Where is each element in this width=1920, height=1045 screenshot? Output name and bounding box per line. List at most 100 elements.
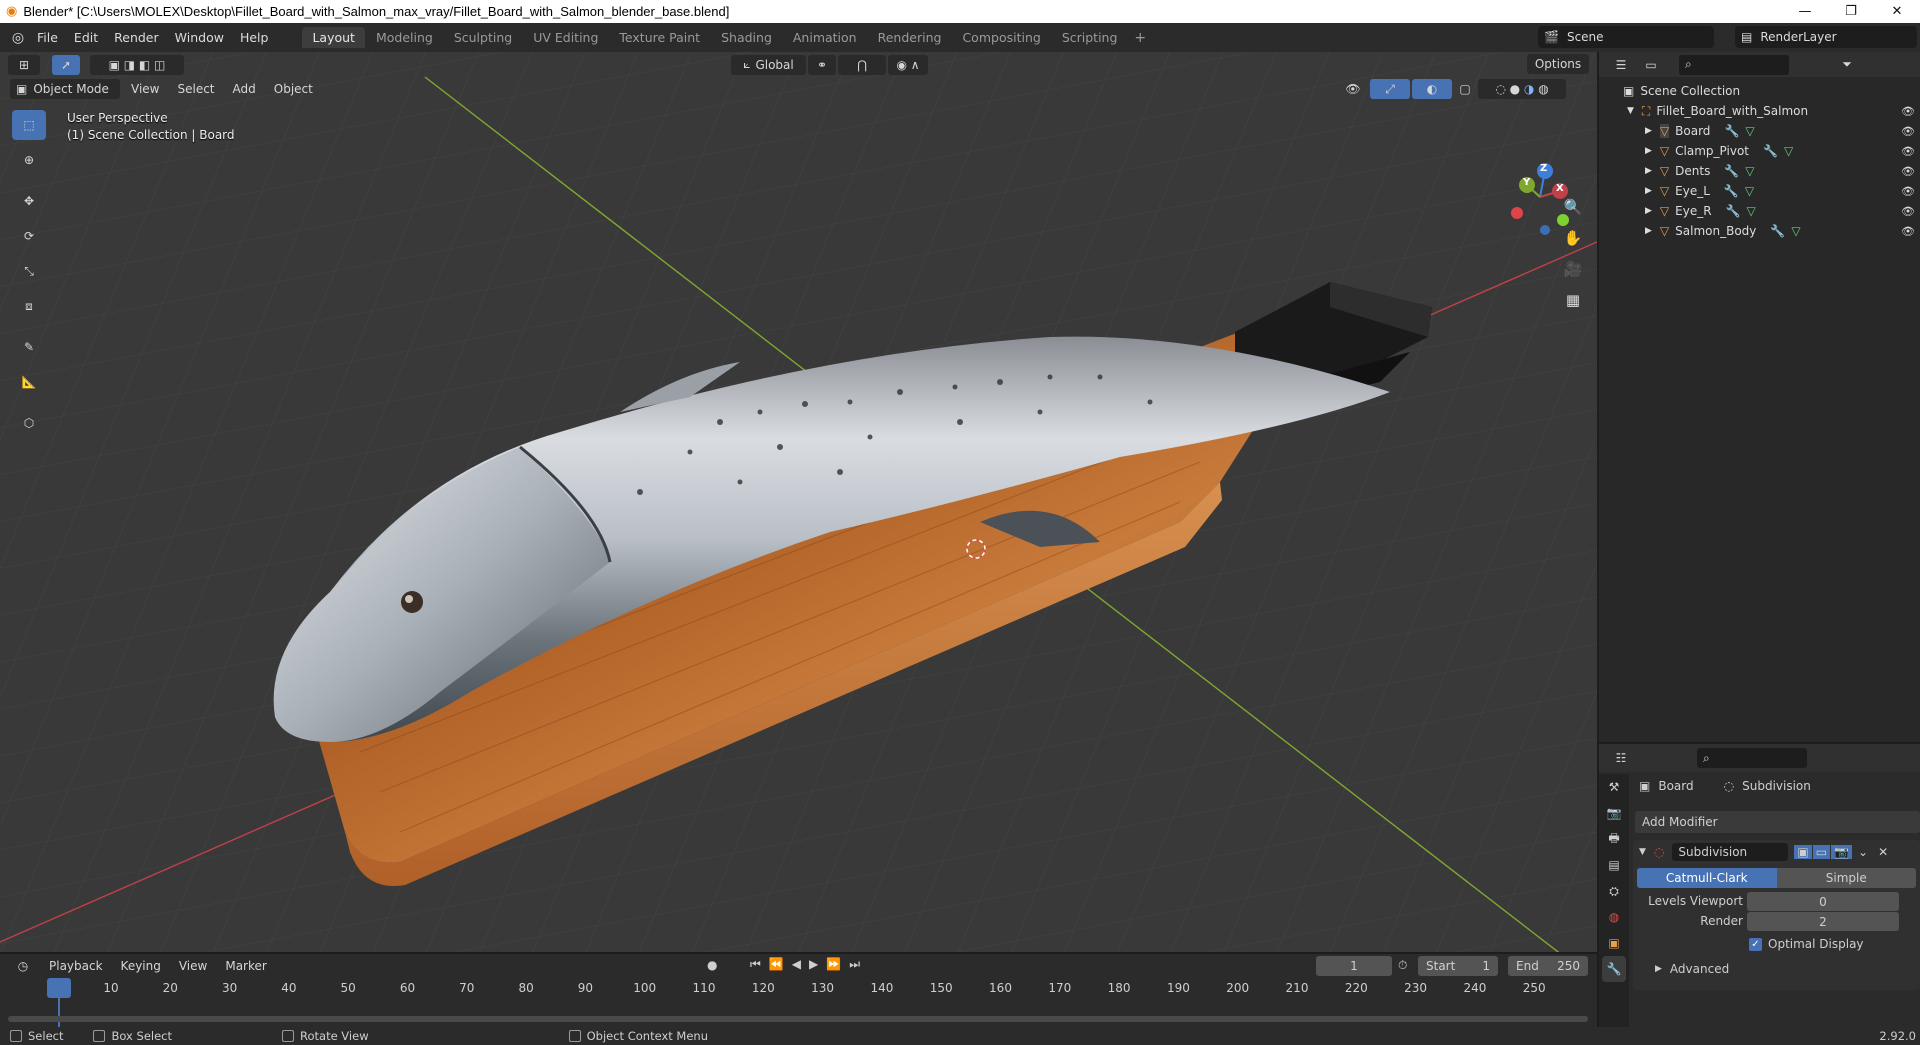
tab-shading[interactable]: Shading xyxy=(711,27,782,48)
scale-tool[interactable]: ⤡ xyxy=(12,256,46,286)
camera-view-button[interactable]: 🎥 xyxy=(1558,254,1588,284)
annotate-tool[interactable]: ✎ xyxy=(12,332,46,362)
overlay-toggle[interactable]: ◐ xyxy=(1412,79,1452,99)
outliner-editor-type[interactable]: ☰ xyxy=(1607,55,1635,75)
scene-selector[interactable]: 🎬 Scene xyxy=(1538,26,1714,48)
measure-tool[interactable]: 📐 xyxy=(12,367,46,397)
tab-modifiers[interactable]: 🔧 xyxy=(1602,956,1626,982)
add-cube-tool[interactable]: ⬡ xyxy=(12,408,46,438)
timeline-menu-marker[interactable]: Marker xyxy=(216,959,275,973)
tab-uv-editing[interactable]: UV Editing xyxy=(523,27,608,48)
transform-orientation-dropdown[interactable]: ⟀ Global xyxy=(731,54,806,75)
play-icon[interactable]: ▶ xyxy=(809,957,818,972)
tab-modeling[interactable]: Modeling xyxy=(366,27,443,48)
eye-icon[interactable]: 👁 xyxy=(1901,205,1915,218)
options-dropdown[interactable]: Options xyxy=(1527,54,1589,74)
eye-icon[interactable]: 👁 xyxy=(1901,125,1915,138)
jump-start-icon[interactable]: ⏮ xyxy=(750,957,761,972)
expand-arrow-icon[interactable]: ▶ xyxy=(1645,126,1652,136)
timeline-menu-view[interactable]: View xyxy=(170,959,216,973)
eye-icon[interactable]: 👁 xyxy=(1901,145,1915,158)
cursor-tool[interactable]: ⊕ xyxy=(12,145,46,175)
select-box-tool[interactable]: ⬚ xyxy=(12,110,46,140)
jump-end-icon[interactable]: ⏭ xyxy=(849,957,860,972)
timeline-ruler[interactable]: 1102030405060708090100110120130140150160… xyxy=(0,978,1597,1004)
outliner-row-salmon-body[interactable]: ▶ ▽ Salmon_Body 🔧 ▽ 👁 xyxy=(1599,221,1920,241)
outliner-row-eye-r[interactable]: ▶ ▽ Eye_R 🔧 ▽ 👁 xyxy=(1599,201,1920,221)
playhead[interactable] xyxy=(47,978,71,998)
transform-tool[interactable]: ⧈ xyxy=(12,291,46,321)
eye-icon[interactable]: 👁 xyxy=(1901,165,1915,178)
tab-layout[interactable]: Layout xyxy=(302,27,365,48)
menu-render[interactable]: Render xyxy=(106,23,167,52)
render-toggle-icon[interactable]: 📷 xyxy=(1831,845,1853,859)
simple-button[interactable]: Simple xyxy=(1776,868,1916,888)
modifier-name-field[interactable]: Subdivision xyxy=(1672,843,1789,861)
tab-compositing[interactable]: Compositing xyxy=(952,27,1050,48)
jump-keyframe-forward-icon[interactable]: ⏩ xyxy=(826,957,841,972)
selection-mode-buttons[interactable]: ▣ ◨ ◧ ◫ xyxy=(90,54,184,75)
outliner-search-input[interactable]: ⌕ xyxy=(1679,54,1789,75)
view-layer-selector[interactable]: ▤ RenderLayer xyxy=(1735,26,1917,48)
start-frame-field[interactable]: Start 1 xyxy=(1418,956,1498,976)
edit-mode-toggle-icon[interactable]: ▣ xyxy=(1794,845,1812,859)
outliner-row-collection[interactable]: ▼ ⛶ Fillet_Board_with_Salmon 👁 xyxy=(1599,101,1920,121)
render-levels-field[interactable]: 2 xyxy=(1747,912,1899,931)
stopwatch-icon[interactable]: ⏱ xyxy=(1398,958,1407,973)
timeline-editor-type[interactable]: ◷ xyxy=(8,956,38,976)
properties-search-input[interactable]: ⌕ xyxy=(1697,748,1807,768)
eye-icon[interactable]: 👁 xyxy=(1901,105,1915,118)
collapse-arrow-icon[interactable]: ▼ xyxy=(1627,106,1634,116)
remove-modifier-icon[interactable]: ✕ xyxy=(1878,845,1888,859)
menu-file[interactable]: File xyxy=(29,23,66,52)
timeline-scrollbar[interactable] xyxy=(8,1016,1588,1022)
add-workspace-button[interactable]: + xyxy=(1128,30,1152,46)
ortho-toggle-button[interactable]: ▦ xyxy=(1558,285,1588,315)
tab-output[interactable]: 🖶 xyxy=(1602,826,1626,852)
viewport-toggle-icon[interactable]: ▭ xyxy=(1812,845,1831,859)
viewport-menu-select[interactable]: Select xyxy=(168,82,223,96)
tab-render[interactable]: 📷 xyxy=(1602,800,1626,826)
modifier-dropdown-icon[interactable]: ⌄ xyxy=(1858,845,1868,859)
gizmo-z-label[interactable]: Z xyxy=(1540,163,1547,174)
outliner-row-scene-collection[interactable]: ▣ Scene Collection xyxy=(1599,81,1920,101)
record-icon[interactable]: ● xyxy=(707,958,717,972)
tab-tool[interactable]: ⚒ xyxy=(1602,774,1626,800)
editor-type-button[interactable]: ⊞ xyxy=(8,54,40,75)
tab-object[interactable]: ▣ xyxy=(1602,930,1626,956)
gizmo-y-label[interactable]: Y xyxy=(1523,177,1530,188)
tab-scripting[interactable]: Scripting xyxy=(1052,27,1128,48)
move-tool[interactable]: ✥ xyxy=(12,186,46,216)
catmull-clark-button[interactable]: Catmull-Clark xyxy=(1637,868,1777,888)
outliner-row-clamp-pivot[interactable]: ▶ ▽ Clamp_Pivot 🔧 ▽ 👁 xyxy=(1599,141,1920,161)
xray-toggle[interactable]: ▢ xyxy=(1454,79,1476,99)
rotate-tool[interactable]: ⟳ xyxy=(12,221,46,251)
eye-icon[interactable]: 👁 xyxy=(1901,185,1915,198)
current-frame-field[interactable]: 1 xyxy=(1316,956,1392,976)
expand-arrow-icon[interactable]: ▶ xyxy=(1645,166,1652,176)
tab-rendering[interactable]: Rendering xyxy=(868,27,952,48)
end-frame-field[interactable]: End 250 xyxy=(1508,956,1588,976)
viewport-menu-object[interactable]: Object xyxy=(265,82,322,96)
pan-button[interactable]: ✋ xyxy=(1558,223,1588,253)
pivot-point-dropdown[interactable]: ⚭ xyxy=(808,54,836,75)
outliner-row-board[interactable]: ▶ ▽ Board 🔧 ▽ 👁 xyxy=(1599,121,1920,141)
viewport-menu-view[interactable]: View xyxy=(122,82,168,96)
optimal-display-checkbox[interactable]: ✓ xyxy=(1749,937,1762,951)
menu-window[interactable]: Window xyxy=(167,23,232,52)
levels-viewport-field[interactable]: 0 xyxy=(1747,892,1899,911)
advanced-subpanel[interactable]: ▶ Advanced xyxy=(1655,962,1729,976)
maximize-button[interactable]: ❐ xyxy=(1828,0,1874,23)
snapping-toggle[interactable]: ⋂ xyxy=(838,54,886,75)
tab-world[interactable]: ◍ xyxy=(1602,904,1626,930)
outliner-row-eye-l[interactable]: ▶ ▽ Eye_L 🔧 ▽ 👁 xyxy=(1599,181,1920,201)
object-mode-dropdown[interactable]: ▣ Object Mode xyxy=(10,79,120,99)
expand-arrow-icon[interactable]: ▶ xyxy=(1645,146,1652,156)
tab-animation[interactable]: Animation xyxy=(783,27,867,48)
outliner-row-dents[interactable]: ▶ ▽ Dents 🔧 ▽ 👁 xyxy=(1599,161,1920,181)
filter-dropdown[interactable]: ⏷ xyxy=(1831,55,1863,75)
properties-editor-type[interactable]: ☷ xyxy=(1607,748,1635,768)
3d-viewport[interactable]: Z X Y ⊞ ➚ ▣ ◨ ◧ ◫ ⟀ Global ⚭ ⋂ ◉ ∧ Optio… xyxy=(0,52,1597,952)
tab-sculpting[interactable]: Sculpting xyxy=(444,27,522,48)
expand-arrow-icon[interactable]: ▶ xyxy=(1645,206,1652,216)
